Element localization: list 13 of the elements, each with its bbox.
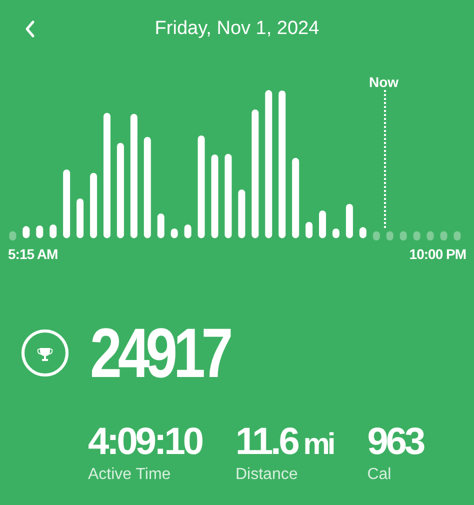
- stat-label: Distance: [235, 466, 299, 484]
- stat-value: 963: [367, 422, 424, 462]
- back-chevron-icon: [24, 20, 36, 38]
- stat-label: Active Time: [88, 466, 172, 484]
- trophy-icon: [20, 328, 70, 378]
- stat-label: Cal: [367, 466, 392, 484]
- start-time-label: 5:15 AM: [8, 246, 58, 262]
- stat-value: 4:09:10: [88, 422, 202, 462]
- now-label: Now: [369, 74, 399, 90]
- date-title: Friday, Nov 1, 2024: [154, 18, 320, 40]
- step-count: 24917: [90, 318, 230, 388]
- stat-value: 11.6 mi: [235, 422, 334, 462]
- end-time-label: 10:00 PM: [409, 246, 466, 262]
